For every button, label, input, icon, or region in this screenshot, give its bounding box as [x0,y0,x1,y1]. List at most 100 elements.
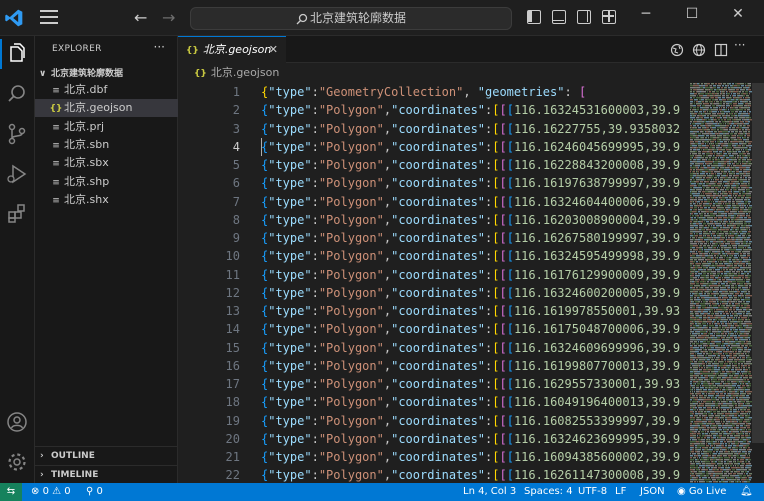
command-center-search[interactable]: 北京建筑轮廓数据 [190,7,512,30]
back-arrow-icon[interactable]: ← [134,8,147,27]
cursor-position[interactable]: Ln 4, Col 3 [463,483,516,501]
code-line: 4 {"type":"Polygon","coordinates":[[[116.… [178,137,686,156]
file-icon: ≡ [52,195,60,206]
vertical-scrollbar[interactable] [752,83,764,443]
breadcrumb: {} 北京.geojson [178,63,764,83]
extensions-icon[interactable] [5,202,29,226]
file-item[interactable]: ≡ 北京.dbf [35,81,178,99]
title-bar: ← → 北京建筑轮廓数据 ─ ☐ ✕ [0,0,764,36]
indentation[interactable]: Spaces: 4 [524,483,573,501]
line-number: 4 [232,139,240,154]
file-item[interactable]: ≡ 北京.prj [35,118,178,136]
toggle-panel-icon[interactable] [552,10,566,24]
language-mode[interactable]: JSON [640,483,665,501]
code-line: 22 {"type":"Polygon","coordinates":[[[116… [178,466,686,483]
vscode-logo-icon [5,9,23,27]
file-item[interactable]: {} 北京.geojson [35,99,178,118]
run-debug-icon[interactable] [5,162,29,186]
folder-header[interactable]: ∨ 北京建筑轮廓数据 [35,66,178,82]
source-control-icon[interactable] [5,122,29,146]
breadcrumb-file[interactable]: 北京.geojson [211,66,279,79]
toggle-secondary-sidebar-icon[interactable] [577,10,591,24]
tab-close-icon[interactable]: ✕ [269,37,278,63]
code-line: 16 {"type":"Polygon","coordinates":[[[116… [178,357,686,375]
json-file-icon: {} [49,104,63,115]
search-icon [296,13,308,24]
line-number: 6 [232,176,240,191]
minimize-icon[interactable]: ─ [636,6,656,22]
timeline-section[interactable]: › TIMELINE [35,465,178,484]
line-number: 1 [232,85,240,99]
file-icon: ≡ [52,122,60,133]
file-item[interactable]: ≡ 北京.sbx [35,154,178,172]
maximize-icon[interactable]: ☐ [682,6,702,22]
line-content: {"type":"Polygon","coordinates":[[[116.1… [261,413,681,428]
code-line: 15 {"type":"Polygon","coordinates":[[[116… [178,339,686,357]
code-line: 6 {"type":"Polygon","coordinates":[[[116.… [178,174,686,192]
file-name: 北京.geojson [64,101,133,115]
file-item[interactable]: ≡ 北京.sbn [35,136,178,154]
toggle-primary-sidebar-icon[interactable] [527,10,541,24]
text-cursor [261,137,262,156]
search-text: 北京建筑轮廓数据 [309,11,406,25]
notifications-bell-icon[interactable]: 🔔︎ [740,483,753,501]
file-item[interactable]: ≡ 北京.shp [35,173,178,191]
outline-section[interactable]: › OUTLINE [35,446,178,465]
line-content: {"type":"Polygon","coordinates":[[[116.1… [261,231,681,245]
settings-gear-icon[interactable] [5,450,29,474]
remote-indicator-icon[interactable]: ⇆ [0,483,22,501]
editor-more-actions-icon[interactable]: ··· [734,38,748,52]
line-content: {"type":"Polygon","coordinates":[[[116.1… [261,121,681,136]
tab-geojson[interactable]: {} 北京.geojson ✕ [178,36,286,63]
code-editor[interactable]: 1 {"type":"GeometryCollection", "geometr… [178,83,686,483]
hamburger-menu-icon[interactable] [40,10,58,26]
forward-arrow-icon[interactable]: → [162,8,175,27]
line-content: {"type":"Polygon","coordinates":[[[116.1… [261,249,681,264]
code-line: 13 {"type":"Polygon","coordinates":[[[116… [178,302,686,320]
code-line: 17 {"type":"Polygon","coordinates":[[[116… [178,375,686,393]
ports-count: 0 [96,486,103,497]
warning-icon: ⚠ [52,486,62,497]
line-content: {"type":"Polygon","coordinates":[[[116.1… [261,212,681,227]
line-number: 5 [232,158,240,172]
close-window-icon[interactable]: ✕ [728,6,748,22]
ports-indicator[interactable]: ⚲ 0 [86,483,103,501]
line-content: {"type":"Polygon","coordinates":[[[116.1… [261,304,681,318]
timeline-label: TIMELINE [51,470,99,480]
split-editor-icon[interactable] [714,43,728,57]
code-line: 21 {"type":"Polygon","coordinates":[[[116… [178,448,686,466]
file-name: 北京.prj [64,119,105,133]
active-indicator [0,39,2,69]
line-content: {"type":"Polygon","coordinates":[[[116.1… [261,431,681,446]
line-number: 13 [225,304,240,318]
outline-label: OUTLINE [51,451,95,461]
line-number: 19 [225,413,240,428]
code-line: 11 {"type":"Polygon","coordinates":[[[116… [178,266,686,284]
line-content: {"type":"Polygon","coordinates":[[[116.1… [261,395,681,410]
problems-indicator[interactable]: ⊗ 0 ⚠ 0 [31,483,71,501]
explorer-icon[interactable] [5,42,29,66]
file-name: 北京.dbf [64,83,108,96]
open-preview-globe-icon[interactable] [670,43,684,57]
search-view-icon[interactable] [5,82,29,106]
chevron-right-icon: › [40,451,44,461]
json-file-icon: {} [194,69,207,79]
encoding[interactable]: UTF-8 [578,483,607,501]
go-live-button[interactable]: ◉ Go Live [677,483,726,501]
customize-layout-icon[interactable] [602,10,616,24]
line-content: {"type":"Polygon","coordinates":[[[116.1… [261,103,681,118]
editor-tabs: {} 北京.geojson ✕ ··· [178,36,764,63]
account-icon[interactable] [5,410,29,434]
line-content: {"type":"Polygon","coordinates":[[[116.1… [261,468,681,483]
file-item[interactable]: ≡ 北京.shx [35,191,178,209]
code-line: 20 {"type":"Polygon","coordinates":[[[116… [178,430,686,448]
line-number: 3 [232,121,240,136]
code-line: 3 {"type":"Polygon","coordinates":[[[116.… [178,120,686,138]
go-live-label: Go Live [688,486,727,497]
file-icon: ≡ [52,86,60,96]
explorer-sidebar: EXPLORER ··· ∨ 北京建筑轮廓数据 ≡ 北京.dbf{} 北京.geoj… [35,36,178,483]
explorer-more-actions-icon[interactable]: ··· [154,40,165,54]
end-of-line[interactable]: LF [615,483,626,501]
line-number: 10 [225,249,240,264]
globe-icon[interactable] [692,43,706,57]
